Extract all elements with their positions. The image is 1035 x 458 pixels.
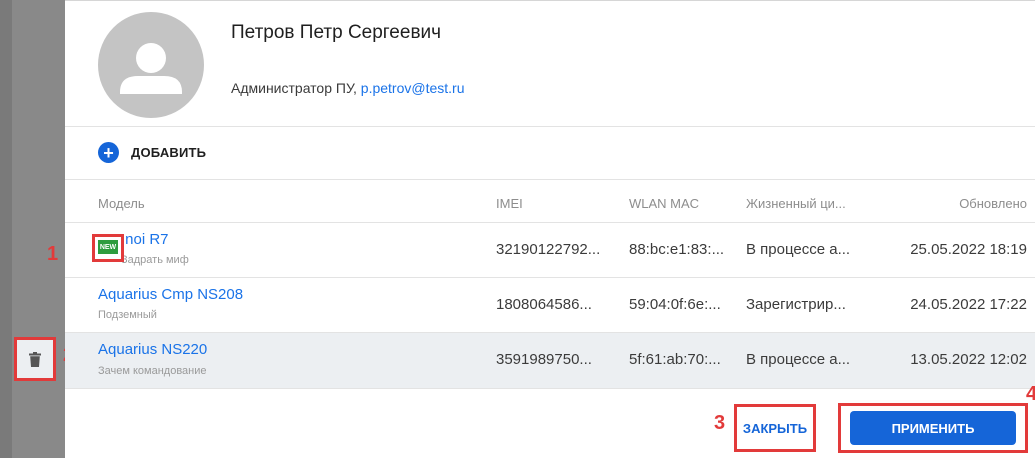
user-name: Петров Петр Сергеевич xyxy=(231,22,442,43)
apply-button[interactable]: ПРИМЕНИТЬ xyxy=(850,411,1016,445)
avatar xyxy=(98,12,204,118)
lifecycle-cell: В процессе а... xyxy=(746,241,851,258)
trash-icon xyxy=(29,351,41,367)
overlay-edge xyxy=(0,0,12,458)
divider xyxy=(65,388,1035,389)
model-subtitle: Зачем командование xyxy=(98,365,207,377)
delete-row-button[interactable] xyxy=(14,337,56,381)
updated-cell: 13.05.2022 12:02 xyxy=(910,351,1027,368)
imei-cell: 3591989750... xyxy=(496,351,592,368)
add-device-button[interactable]: + ДОБАВИТЬ xyxy=(98,142,206,163)
model-subtitle: Задрать миф xyxy=(121,254,189,266)
add-device-label: ДОБАВИТЬ xyxy=(131,145,207,160)
wlan-mac-cell: 88:bc:e1:83:... xyxy=(629,241,725,258)
user-role: Администратор ПУ, xyxy=(231,80,361,96)
annotation-marker-3: 3 xyxy=(714,412,726,434)
device-dialog: Петров Петр Сергеевич Администратор ПУ, … xyxy=(65,0,1035,458)
model-link[interactable]: Aquarius Cmp NS208 xyxy=(98,286,243,303)
lifecycle-cell: В процессе а... xyxy=(746,351,851,368)
updated-cell: 24.05.2022 17:22 xyxy=(910,296,1027,313)
column-header-lifecycle[interactable]: Жизненный ци... xyxy=(746,196,846,211)
lifecycle-cell: Зарегистрир... xyxy=(746,296,846,313)
top-divider xyxy=(65,0,1035,1)
model-link[interactable]: Inoi R7 xyxy=(121,231,169,248)
updated-cell: 25.05.2022 18:19 xyxy=(910,241,1027,258)
user-email-link[interactable]: p.petrov@test.ru xyxy=(361,80,465,96)
model-subtitle: Подземный xyxy=(98,309,157,321)
divider xyxy=(65,179,1035,180)
table-row-selected[interactable]: Aquarius NS220 Зачем командование 359198… xyxy=(65,333,1035,388)
new-badge: NEW xyxy=(98,240,118,254)
column-header-wlan-mac[interactable]: WLAN MAC xyxy=(629,196,699,211)
imei-cell: 32190122792... xyxy=(496,241,601,258)
person-icon xyxy=(120,43,182,94)
overlay-backdrop xyxy=(0,0,65,458)
table-row[interactable]: Aquarius Cmp NS208 Подземный 1808064586.… xyxy=(65,278,1035,332)
wlan-mac-cell: 5f:61:ab:70:... xyxy=(629,351,721,368)
close-button[interactable]: ЗАКРЫТЬ xyxy=(734,404,816,452)
user-role-line: Администратор ПУ, p.petrov@test.ru xyxy=(231,80,464,96)
plus-circle-icon: + xyxy=(98,142,119,163)
imei-cell: 1808064586... xyxy=(496,296,592,313)
table-row[interactable]: Inoi R7 Задрать миф 32190122792... 88:bc… xyxy=(65,223,1035,277)
wlan-mac-cell: 59:04:0f:6e:... xyxy=(629,296,721,313)
divider xyxy=(65,126,1035,127)
column-header-updated[interactable]: Обновлено xyxy=(959,196,1027,211)
model-link[interactable]: Aquarius NS220 xyxy=(98,341,207,358)
annotation-highlight-4: ПРИМЕНИТЬ xyxy=(838,403,1028,453)
annotation-marker-1: 1 xyxy=(47,243,59,265)
column-header-imei[interactable]: IMEI xyxy=(496,196,523,211)
column-header-model[interactable]: Модель xyxy=(98,196,145,211)
